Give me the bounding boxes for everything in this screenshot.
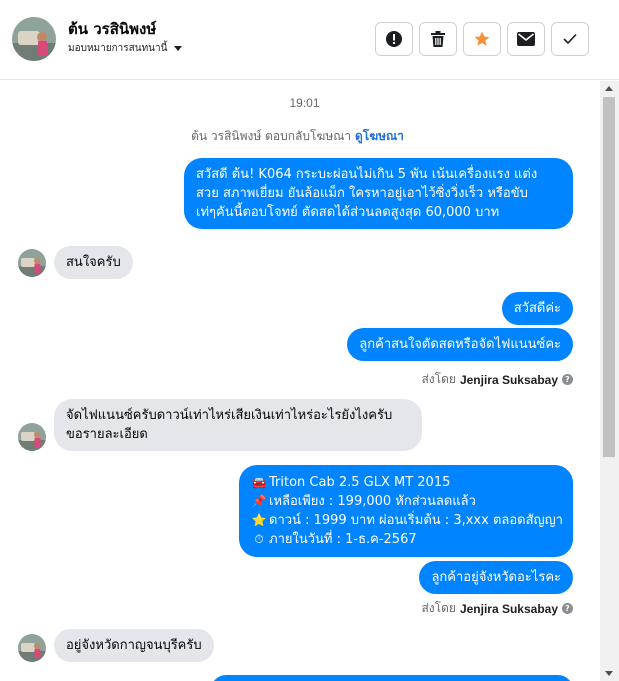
incoming-message: สนใจครับ bbox=[54, 246, 133, 279]
star-button[interactable] bbox=[463, 22, 501, 56]
timestamp: 19:01 bbox=[289, 96, 320, 110]
view-ad-link[interactable]: ดูโฆษณา bbox=[355, 129, 404, 143]
sender-name: Jenjira Suksabay bbox=[459, 601, 558, 616]
incoming-message: จัดไฟแนนซ์ครับดาวน์เท่าไหร่เสียเงินเท่าไ… bbox=[54, 399, 422, 451]
ad-reply-notice: ต้น วรสินิพงษ์ ตอบกลับโฆษณา ดูโฆษณา bbox=[0, 127, 595, 146]
mark-unread-button[interactable] bbox=[507, 22, 545, 56]
report-button[interactable] bbox=[375, 22, 413, 56]
sender-name: Jenjira Suksabay bbox=[459, 372, 558, 387]
contact-avatar[interactable] bbox=[12, 17, 56, 61]
message-line: ขอรายละเอียด bbox=[66, 427, 148, 442]
ad-reply-text: ต้น วรสินิพงษ์ ตอบกลับโฆษณา bbox=[191, 129, 352, 143]
message-line: จัดไฟแนนซ์ครับดาวน์เท่าไหร่เสียเงินเท่าไ… bbox=[66, 408, 393, 423]
message-line: สวัสดี ต้น! K064 กระบะผ่อนไม่เกิน 5 พัน … bbox=[196, 167, 538, 182]
outgoing-message: สวัสดี ต้น! K064 กระบะผ่อนไม่เกิน 5 พัน … bbox=[184, 158, 573, 229]
star-emoji-icon: ⭐ bbox=[251, 513, 267, 527]
info-icon[interactable]: ? bbox=[562, 603, 573, 614]
listing-line: ⏱ ภายในวันที่ : 1-ธ.ค-2567 bbox=[251, 530, 561, 549]
contact-avatar-small[interactable] bbox=[18, 423, 46, 451]
check-icon bbox=[563, 33, 577, 45]
outgoing-message: ลูกค้าสนใจตัดสดหรือจัดไฟแนนซ์คะ bbox=[347, 328, 573, 361]
scroll-up-arrow-icon[interactable] bbox=[605, 86, 613, 91]
trash-icon bbox=[431, 31, 445, 47]
conversation-header: ต้น วรสินิพงษ์ มอบหมายการสนทนานี้ bbox=[0, 0, 619, 80]
message-line: สวย สภาพเยี่ยม ยันล้อแม็ก ใครหาอยู่เอาไว… bbox=[196, 186, 528, 201]
outgoing-message: สวัสดีค่ะ bbox=[501, 292, 573, 325]
listing-down-payment: ดาวน์ : 1999 บาท ผ่อนเริ่มต้น : 3,xxx ตล… bbox=[269, 513, 563, 528]
pin-icon: 📌 bbox=[251, 494, 267, 508]
contact-name[interactable]: ต้น วรสินิพงษ์ bbox=[68, 17, 156, 41]
message-thread[interactable]: 19:01 ต้น วรสินิพงษ์ ตอบกลับโฆษณา ดูโฆษณ… bbox=[0, 81, 600, 681]
sent-by-label: ส่งโดย bbox=[421, 601, 456, 615]
outgoing-message-partial bbox=[211, 675, 573, 681]
stopwatch-icon: ⏱ bbox=[254, 532, 264, 546]
mail-icon bbox=[517, 32, 535, 46]
info-icon[interactable]: ? bbox=[562, 374, 573, 385]
incoming-message: อยู่จังหวัดกาญจนบุรีครับ bbox=[54, 629, 214, 662]
scrollbar-thumb[interactable] bbox=[603, 97, 615, 457]
caret-down-icon bbox=[174, 46, 183, 51]
message-line: เท่ๆคันนี้ตอบโจทย์ ตัดสดได้ส่วนลดสูงสุด … bbox=[196, 205, 500, 220]
listing-line: 🚘 Triton Cab 2.5 GLX MT 2015 bbox=[251, 473, 561, 492]
outgoing-message: ลูกค้าอยู่จังหวัดอะไรคะ bbox=[419, 561, 573, 594]
listing-deadline: ภายในวันที่ : 1-ธ.ค-2567 bbox=[269, 532, 417, 547]
car-icon: 🚘 bbox=[251, 475, 267, 489]
star-icon bbox=[474, 31, 490, 46]
listing-line: ⭐ ดาวน์ : 1999 บาท ผ่อนเริ่มต้น : 3,xxx ต… bbox=[251, 511, 563, 530]
listing-line: 📌 เหลือเพียง : 199,000 หักส่วนลดแล้ว bbox=[251, 492, 561, 511]
sent-by-info: ส่งโดย Jenjira Suksabay ? bbox=[421, 599, 573, 618]
contact-avatar-small[interactable] bbox=[18, 249, 46, 277]
mark-done-button[interactable] bbox=[551, 22, 589, 56]
header-actions bbox=[375, 22, 589, 56]
contact-avatar-small[interactable] bbox=[18, 634, 46, 662]
listing-price: เหลือเพียง : 199,000 หักส่วนลดแล้ว bbox=[269, 494, 476, 509]
scroll-down-arrow-icon[interactable] bbox=[605, 671, 613, 676]
sent-by-info: ส่งโดย Jenjira Suksabay ? bbox=[421, 370, 573, 389]
assign-conversation-dropdown[interactable]: มอบหมายการสนทนานี้ bbox=[68, 41, 183, 56]
alert-icon bbox=[386, 31, 402, 47]
listing-model: Triton Cab 2.5 GLX MT 2015 bbox=[269, 475, 451, 490]
delete-button[interactable] bbox=[419, 22, 457, 56]
sent-by-label: ส่งโดย bbox=[421, 372, 456, 386]
outgoing-message: 🚘 Triton Cab 2.5 GLX MT 2015 📌 เหลือเพียง … bbox=[239, 465, 573, 557]
chat-scrollbar[interactable] bbox=[600, 81, 619, 681]
assign-label: มอบหมายการสนทนานี้ bbox=[68, 43, 168, 54]
